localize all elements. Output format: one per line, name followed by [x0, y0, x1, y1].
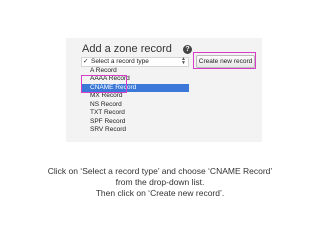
- record-type-dropdown[interactable]: ✓ Select a record type ▲ ▼ A Record AAAA …: [81, 57, 189, 142]
- instruction-line-3: Then click on ‘Create new record’.: [95, 188, 225, 198]
- option-txt-record[interactable]: TXT Record: [81, 109, 189, 118]
- help-icon[interactable]: ?: [183, 45, 192, 54]
- instruction-text: Click on ‘Select a record type’ and choo…: [0, 166, 320, 199]
- instruction-line-2: from the drop-down list.: [115, 177, 205, 187]
- dropdown-arrows-icon: ▲ ▼: [181, 56, 186, 66]
- panel-title: Add a zone record: [82, 43, 172, 55]
- option-mx-record[interactable]: MX Record: [81, 92, 189, 101]
- button-highlight-box: [193, 52, 256, 69]
- option-a-record[interactable]: A Record: [81, 67, 189, 76]
- option-ns-record[interactable]: NS Record: [81, 101, 189, 110]
- option-spf-record[interactable]: SPF Record: [81, 118, 189, 127]
- check-icon: ✓: [83, 58, 89, 65]
- cname-highlight-box: [81, 75, 127, 93]
- instruction-line-1: Click on ‘Select a record type’ and choo…: [47, 166, 273, 176]
- option-label: Select a record type: [91, 58, 149, 65]
- option-srv-record[interactable]: SRV Record: [81, 126, 189, 135]
- record-type-select[interactable]: ✓ Select a record type ▲ ▼: [81, 57, 189, 67]
